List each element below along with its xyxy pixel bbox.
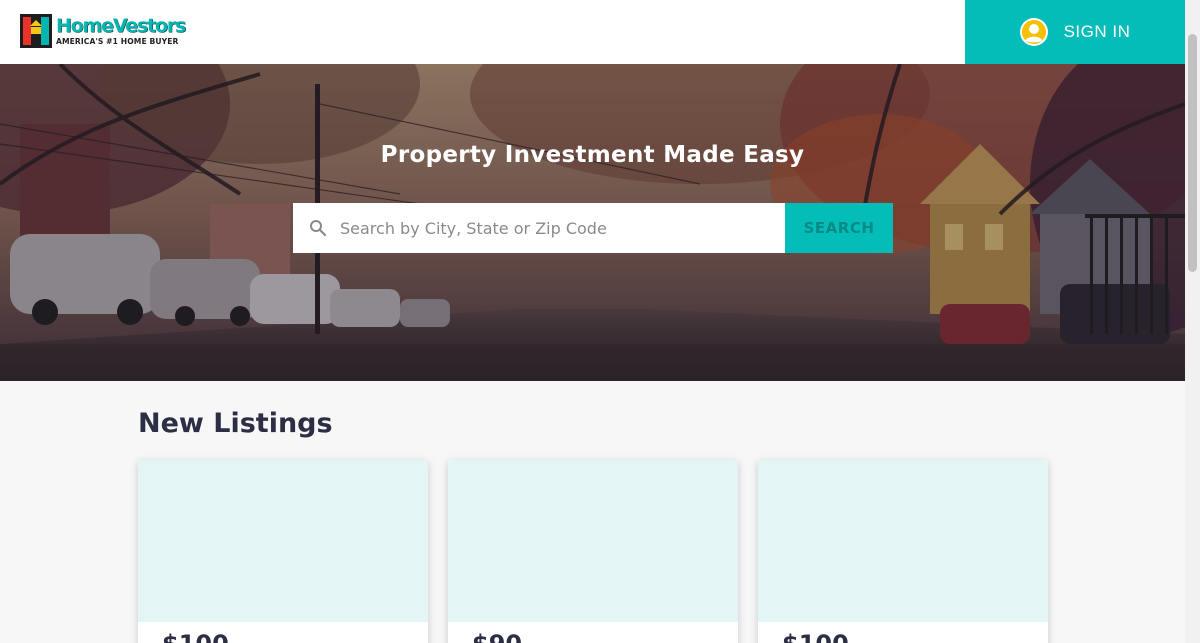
listings-grid: $100 $90 $100 (138, 460, 1048, 643)
listing-card[interactable]: $100 (138, 460, 428, 643)
sign-in-label: SIGN IN (1063, 22, 1131, 41)
homevestors-logo[interactable]: HomeVestors AMERICA'S #1 HOME BUYER (20, 14, 186, 48)
site-header: HomeVestors AMERICA'S #1 HOME BUYER SIGN… (0, 0, 1185, 64)
page: HomeVestors AMERICA'S #1 HOME BUYER SIGN… (0, 0, 1200, 643)
listing-card[interactable]: $100 (758, 460, 1048, 643)
logo-wordmark: HomeVestors AMERICA'S #1 HOME BUYER (56, 14, 186, 46)
listing-photo (758, 460, 1048, 622)
search-bar: SEARCH (293, 203, 893, 253)
listing-price: $90 (472, 630, 522, 643)
hero-title: Property Investment Made Easy (380, 142, 805, 168)
page-scrollbar[interactable] (1185, 0, 1200, 643)
new-listings-heading: New Listings (138, 408, 333, 439)
listing-card[interactable]: $90 (448, 460, 738, 643)
search-input[interactable] (338, 217, 762, 239)
search-field[interactable] (293, 203, 785, 253)
hero-banner: Property Investment Made Easy SEARCH (0, 64, 1185, 381)
listing-price: $100 (782, 630, 849, 643)
search-icon (310, 220, 327, 237)
logo-house-icon (20, 14, 52, 48)
listing-price: $100 (162, 630, 229, 643)
search-button[interactable]: SEARCH (785, 203, 893, 253)
sign-in-button[interactable]: SIGN IN (965, 0, 1185, 64)
user-avatar-icon (1019, 18, 1048, 46)
listing-photo (448, 460, 738, 622)
scrollbar-thumb[interactable] (1188, 34, 1197, 272)
logo-name: HomeVestors (56, 14, 186, 37)
listing-photo (138, 460, 428, 622)
logo-tagline: AMERICA'S #1 HOME BUYER (56, 36, 179, 46)
